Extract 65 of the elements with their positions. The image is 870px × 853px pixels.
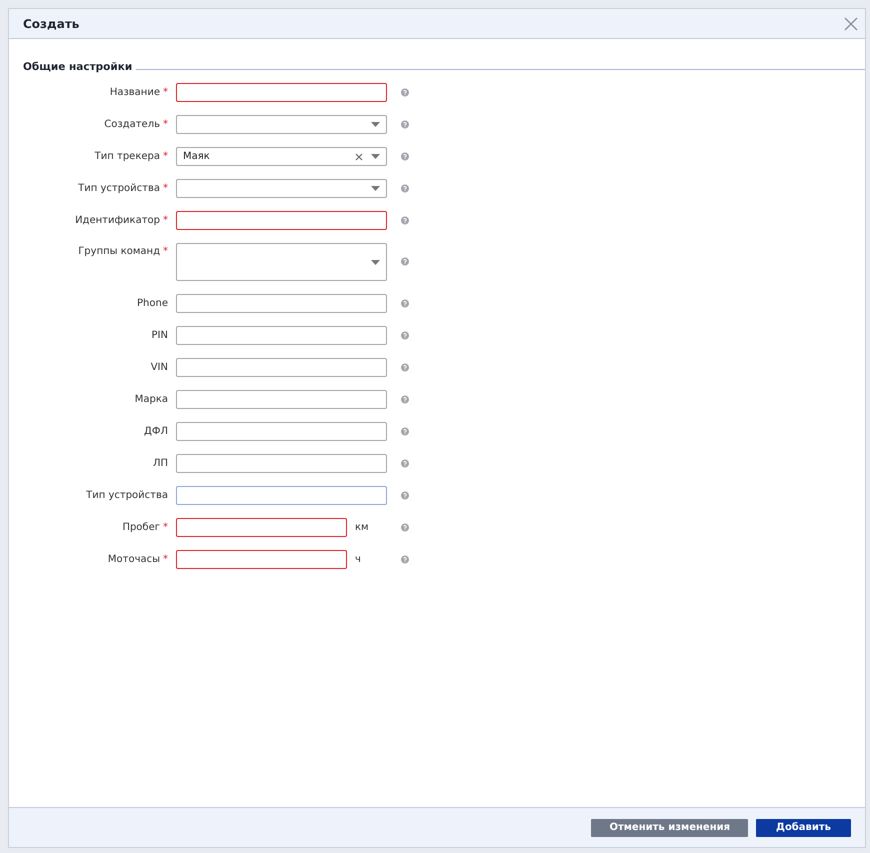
dialog-title: Создать — [23, 16, 80, 30]
required-mark: * — [163, 215, 168, 226]
help-icon[interactable] — [401, 297, 409, 310]
input-field[interactable] — [176, 486, 387, 505]
field-label: Тип устройства — [86, 490, 168, 501]
caret-icon — [371, 154, 380, 159]
required-mark: * — [163, 87, 168, 98]
section-title: Общие настройки — [23, 61, 132, 73]
select-field[interactable] — [176, 243, 387, 281]
help-icon[interactable] — [401, 489, 409, 502]
select-field[interactable] — [176, 115, 387, 134]
input-field[interactable] — [176, 326, 387, 345]
field-label: PIN — [152, 330, 168, 341]
help-icon[interactable] — [401, 553, 409, 566]
field-label: Группы команд — [78, 246, 160, 257]
field-label: Тип устройства — [78, 183, 160, 194]
input-field[interactable] — [176, 358, 387, 377]
input-field[interactable] — [176, 294, 387, 313]
field-label: ДФЛ — [144, 426, 168, 437]
input-field[interactable] — [176, 454, 387, 473]
help-icon[interactable] — [401, 118, 409, 131]
caret-icon — [371, 260, 380, 264]
unit-label: км — [355, 522, 369, 533]
help-icon[interactable] — [401, 86, 409, 99]
caret-icon — [371, 122, 380, 127]
help-icon[interactable] — [401, 182, 409, 195]
cancel-button[interactable]: Отменить изменения — [591, 818, 748, 836]
clear-icon[interactable] — [355, 152, 363, 160]
required-mark: * — [163, 151, 168, 162]
input-field[interactable] — [176, 211, 387, 230]
field-label: Марка — [134, 394, 168, 405]
help-icon[interactable] — [401, 214, 409, 227]
required-mark: * — [163, 554, 168, 565]
help-icon[interactable] — [401, 393, 409, 406]
field-label: VIN — [150, 362, 168, 373]
required-mark: * — [163, 246, 168, 257]
field-label: Тип трекера — [94, 151, 160, 162]
select-field[interactable]: Маяк — [176, 147, 387, 166]
required-mark: * — [163, 522, 168, 533]
select-field[interactable] — [176, 179, 387, 198]
field-label: Идентификатор — [75, 215, 160, 226]
required-mark: * — [163, 183, 168, 194]
help-icon[interactable] — [401, 361, 409, 374]
input-field[interactable] — [176, 422, 387, 441]
help-icon[interactable] — [401, 150, 409, 163]
field-label: ЛП — [152, 458, 168, 469]
unit-label: ч — [355, 554, 361, 565]
help-icon[interactable] — [401, 457, 409, 470]
input-field[interactable] — [176, 518, 347, 537]
input-field[interactable] — [176, 550, 347, 569]
caret-icon — [371, 186, 380, 191]
input-field[interactable] — [176, 390, 387, 409]
required-mark: * — [163, 119, 168, 130]
input-field[interactable] — [176, 83, 387, 102]
field-label: Phone — [137, 298, 168, 309]
close-button[interactable] — [843, 16, 859, 32]
field-label: Создатель — [104, 119, 160, 130]
help-icon[interactable] — [401, 521, 409, 534]
field-label: Моточасы — [108, 554, 160, 565]
help-icon[interactable] — [401, 329, 409, 342]
field-label: Пробег — [122, 522, 160, 533]
add-button[interactable]: Добавить — [756, 818, 851, 836]
help-icon[interactable] — [401, 255, 409, 268]
help-icon[interactable] — [401, 425, 409, 438]
field-label: Название — [110, 87, 160, 98]
